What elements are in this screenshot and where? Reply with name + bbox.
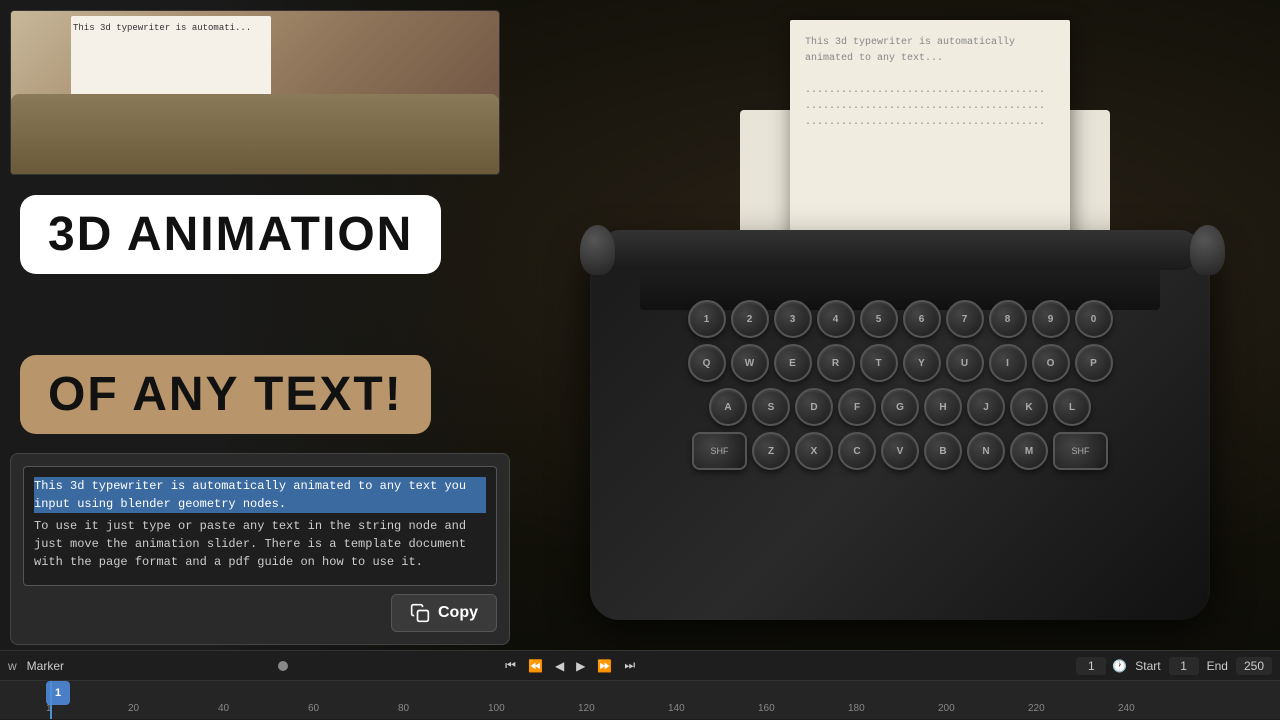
copy-button-label: Copy [438,604,478,622]
key: 2 [731,300,769,338]
key: X [795,432,833,470]
editor-line-1: This 3d typewriter is automatically anim… [34,477,486,513]
timeline-ruler[interactable]: 1 1 20 40 60 80 100 120 140 160 180 200 … [0,681,1280,719]
ruler-mark: 120 [578,703,595,714]
ruler-mark: 40 [218,703,229,714]
playback-controls: ⏮ ⏪ ◀ ▶ ⏩ ⏭ [501,656,639,675]
key: G [881,388,919,426]
key-row-3: A S D F G H J K L [620,388,1180,426]
start-label: Start [1135,659,1160,673]
key: A [709,388,747,426]
key: T [860,344,898,382]
copy-icon [410,603,430,623]
jump-end-button[interactable]: ⏭ [620,656,639,675]
key: N [967,432,1005,470]
editor-line-2: To use it just type or paste any text in… [34,517,486,571]
key: 3 [774,300,812,338]
key: 8 [989,300,1027,338]
rewind-button[interactable]: ◀ [551,657,568,675]
platen-knob-left [580,225,615,275]
key: C [838,432,876,470]
key: E [774,344,812,382]
ruler-mark: 140 [668,703,685,714]
key: K [1010,388,1048,426]
key: P [1075,344,1113,382]
ruler-mark: 240 [1118,703,1135,714]
timeline-cursor[interactable] [50,681,52,719]
key: L [1053,388,1091,426]
ruler-mark: 80 [398,703,409,714]
viewport: This 3d typewriter is automatically anim… [0,0,1280,650]
key: I [989,344,1027,382]
timeline-w-label: w [8,659,17,673]
key: 7 [946,300,984,338]
current-frame-display[interactable]: 1 [1076,657,1106,675]
key: H [924,388,962,426]
timeline-controls-row: w Marker ⏮ ⏪ ◀ ▶ ⏩ ⏭ 1 🕐 Start 1 End 250 [0,651,1280,681]
key: 5 [860,300,898,338]
key-row-1: 1 2 3 4 5 6 7 8 9 0 [620,300,1180,338]
preview-inner: This 3d typewriter is automati... [11,11,499,174]
editor-content[interactable]: This 3d typewriter is automatically anim… [23,466,497,586]
ruler-mark: 60 [308,703,319,714]
copy-button-container: Copy [23,594,497,632]
platen-knob-right [1190,225,1225,275]
key: D [795,388,833,426]
keyboard-keys: 1 2 3 4 5 6 7 8 9 0 Q W E R T Y U I O [620,300,1180,470]
timeline-end-controls: 🕐 Start 1 End 250 [1112,657,1272,675]
play-button[interactable]: ▶ [572,657,589,675]
key: W [731,344,769,382]
marker-label: Marker [27,659,64,673]
key: Q [688,344,726,382]
end-label: End [1207,659,1228,673]
jump-start-button[interactable]: ⏮ [501,656,520,675]
preview-thumbnail: This 3d typewriter is automati... [10,10,500,175]
key: Z [752,432,790,470]
key: SHF [692,432,747,470]
title-2-text: OF ANY TEXT! [48,368,403,421]
key: M [1010,432,1048,470]
timeline-bar: w Marker ⏮ ⏪ ◀ ▶ ⏩ ⏭ 1 🕐 Start 1 End 250 [0,650,1280,720]
key: F [838,388,876,426]
key: J [967,388,1005,426]
ruler-container: 1 1 20 40 60 80 100 120 140 160 180 200 … [8,681,1272,719]
title-card-2: OF ANY TEXT! [20,355,431,434]
key-row-4: SHF Z X C V B N M SHF [620,432,1180,470]
key: 9 [1032,300,1070,338]
key: B [924,432,962,470]
text-editor-panel: This 3d typewriter is automatically anim… [10,453,510,645]
key: 6 [903,300,941,338]
platen-bar [600,230,1200,270]
timeline-center-dot [278,661,288,671]
ruler-mark: 220 [1028,703,1045,714]
preview-text: This 3d typewriter is automati... [73,23,263,33]
key: 4 [817,300,855,338]
copy-button[interactable]: Copy [391,594,497,632]
ruler-mark: 20 [128,703,139,714]
paper-text: This 3d typewriter is automatically anim… [805,35,1055,131]
key: S [752,388,790,426]
key: V [881,432,919,470]
key: R [817,344,855,382]
typewriter-scene: This 3d typewriter is automatically anim… [540,20,1260,630]
fast-forward-button[interactable]: ⏩ [593,657,616,675]
end-frame-display[interactable]: 250 [1236,657,1272,675]
ruler-mark: 160 [758,703,775,714]
preview-body [11,94,499,174]
key: O [1032,344,1070,382]
start-frame-display[interactable]: 1 [1169,657,1199,675]
title-card-1: 3D ANIMATION [20,195,441,274]
key: 1 [688,300,726,338]
ruler-mark: 200 [938,703,955,714]
key: SHF [1053,432,1108,470]
ruler-mark: 100 [488,703,505,714]
key-row-2: Q W E R T Y U I O P [620,344,1180,382]
ruler-mark: 180 [848,703,865,714]
clock-icon: 🕐 [1112,659,1127,673]
title-1-text: 3D ANIMATION [48,208,413,261]
key: U [946,344,984,382]
rewind-fast-button[interactable]: ⏪ [524,657,547,675]
key: 0 [1075,300,1113,338]
key: Y [903,344,941,382]
